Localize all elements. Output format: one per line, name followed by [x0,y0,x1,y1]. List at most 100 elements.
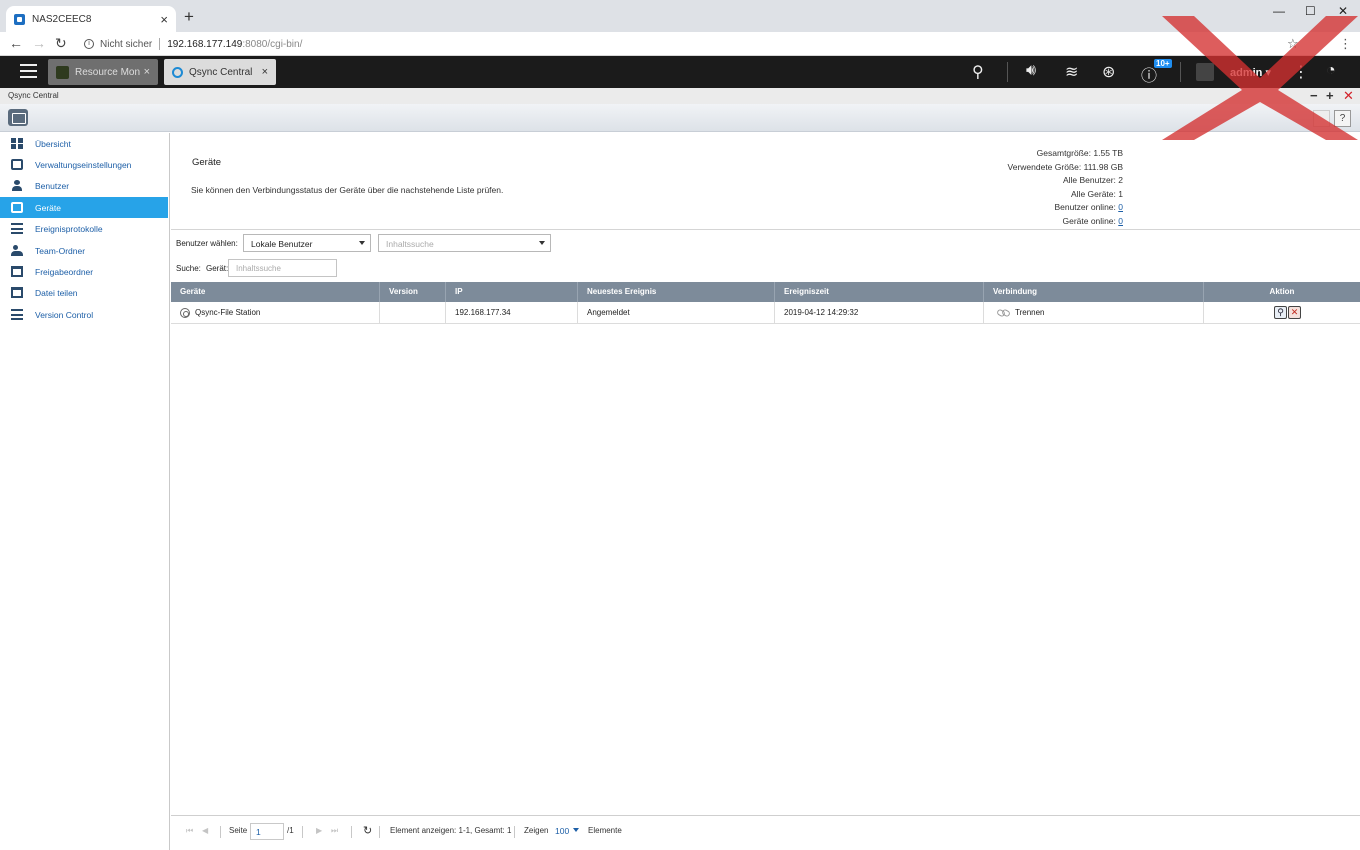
external-devices-icon[interactable]: ⊛ [1102,62,1115,82]
browser-tab-close-icon[interactable]: × [160,12,168,27]
user-type-select[interactable]: Lokale Benutzer [243,234,371,252]
first-page-icon[interactable]: ⏮ [186,826,193,836]
sidebar-item-shared-folder[interactable]: Freigabeordner [0,261,168,282]
previous-page-icon[interactable]: ◀ [202,826,208,835]
background-tasks-icon[interactable]: ≋ [1065,62,1078,82]
chevron-down-icon [539,241,545,245]
pager-divider [302,826,303,838]
site-info-icon[interactable]: i [84,39,94,49]
column-header-action: Aktion [1269,287,1295,296]
app-tab-qsync-central[interactable]: Qsync Central × [164,59,276,85]
sidebar-item-devices[interactable]: Geräte [0,197,168,218]
window-close-button[interactable]: ✕ [1343,88,1354,104]
page-label: Seite [229,826,248,835]
toggle-sidebar-button[interactable] [8,109,28,126]
main-menu-icon[interactable] [20,64,37,78]
page-number-input[interactable] [250,823,284,840]
stat-all-devices: 1 [1118,188,1123,199]
window-minimize-button[interactable]: — [1273,4,1285,18]
page-size-select[interactable]: 100 [555,826,569,836]
volume-icon[interactable]: 🔊︎ [1026,62,1036,80]
avatar[interactable] [1196,63,1214,81]
stat-label: Verwendete Größe: [1007,161,1082,172]
browser-tab[interactable]: NAS2CEEC8 × [6,6,176,32]
search-icon[interactable]: ⚲ [972,62,984,82]
users-online-link[interactable]: 0 [1118,202,1123,212]
next-page-icon[interactable]: ▶ [316,826,322,835]
disconnect-label: Trennen [1015,308,1045,317]
delete-device-button[interactable]: ✕ [1288,306,1301,319]
refresh-icon[interactable]: ↻ [363,824,372,837]
sidebar-item-label: Ereignisprotokolle [35,223,103,234]
table-row[interactable]: Qsync-File Station 192.168.177.34 Angeme… [171,302,1360,324]
pager-divider [220,826,221,838]
sidebar-item-team-folder[interactable]: Team-Ordner [0,240,168,261]
table-header: Geräte Version IP Neuestes Ereignis Erei… [171,282,1360,302]
main-panel: Geräte Sie können den Verbindungsstatus … [171,133,1360,850]
view-details-button[interactable]: ⚲ [1274,306,1287,319]
sidebar-item-settings[interactable]: Verwaltungseinstellungen [0,154,168,175]
browser-tab-title: NAS2CEEC8 [32,13,92,25]
pagination-bar: ⏮ ◀ Seite /1 ▶ ⏭ ↻ Element anzeigen: 1-1… [171,816,1360,850]
app-tab-close-icon[interactable]: × [262,66,268,78]
overview-icon [11,138,23,149]
new-tab-button[interactable]: + [184,7,194,27]
cell-ip: 192.168.177.34 [446,302,578,324]
items-label: Elemente [588,826,622,835]
device-search-input[interactable]: Inhaltssuche [228,259,337,277]
sidebar-item-event-logs[interactable]: Ereignisprotokolle [0,218,168,239]
stat-label: Benutzer online: [1054,202,1116,212]
sidebar-item-version-control[interactable]: Version Control [0,304,168,325]
window-close-button[interactable]: ✕ [1338,4,1348,18]
column-header-version[interactable]: Version [380,282,446,302]
sidebar-item-overview[interactable]: Übersicht [0,133,168,154]
reload-icon[interactable]: ↻ [55,35,67,52]
content-search-select[interactable]: Inhaltssuche [378,234,551,252]
sidebar-item-label: Verwaltungseinstellungen [35,159,132,170]
chevron-down-icon[interactable] [573,828,579,832]
sidebar-item-label: Benutzer [35,180,70,191]
window-title-bar: Qsync Central − + ✕ [0,88,1360,104]
window-minimize-button[interactable]: − [1310,88,1318,103]
stat-label: Gesamtgröße: [1036,148,1091,158]
app-tab-resource-monitor[interactable]: Resource Monit... × [48,59,158,85]
browser-menu-icon[interactable]: ⋮ [1339,36,1352,52]
qsync-device-icon [180,308,190,318]
column-header-device[interactable]: Geräte [171,282,380,302]
storage-stats: Gesamtgröße: 1.55 TB Verwendete Größe: 1… [971,147,1123,228]
url-path: :8080/cgi-bin/ [242,38,303,50]
bookmark-star-icon[interactable]: ☆ [1287,36,1299,52]
column-header-time[interactable]: Ereigniszeit [775,282,984,302]
last-page-icon[interactable]: ⏭ [331,826,338,836]
window-toolbar: ? [0,104,1360,132]
devices-online-link[interactable]: 0 [1118,216,1123,226]
toolbar-divider [1007,62,1008,82]
user-icon [11,180,23,191]
forward-arrow-icon[interactable]: → [32,35,46,51]
column-header-connection[interactable]: Verbindung [984,282,1204,302]
dashboard-icon[interactable]: ◔ [1326,62,1336,80]
window-maximize-button[interactable]: + [1326,88,1334,103]
nas-favicon-icon [14,13,25,25]
help-button[interactable]: ? [1334,110,1351,127]
user-menu[interactable]: admin ▾ [1230,66,1271,79]
cell-time: 2019-04-12 14:29:32 [775,302,984,324]
window-maximize-button[interactable]: ☐ [1305,4,1316,18]
user-type-value: Lokale Benutzer [251,239,313,249]
cell-connection[interactable]: Trennen [984,302,1204,324]
sidebar-item-label: Version Control [35,309,94,320]
column-header-ip[interactable]: IP [446,282,578,302]
column-header-event[interactable]: Neuestes Ereignis [578,282,775,302]
cell-device: Qsync-File Station [171,302,380,324]
sidebar-item-users[interactable]: Benutzer [0,175,168,196]
back-arrow-icon[interactable]: ← [9,35,23,51]
more-options-icon[interactable]: ⋮ [1293,62,1309,82]
stat-label: Alle Benutzer: [1062,175,1116,185]
app-tab-close-icon[interactable]: × [144,66,150,78]
qsync-icon [172,66,183,78]
sidebar-item-file-share[interactable]: Datei teilen [0,282,168,303]
toolbar-divider [1180,62,1181,82]
device-search-placeholder: Inhaltssuche [236,264,281,273]
cell-event: Angemeldet [578,302,775,324]
address-bar[interactable]: i Nicht sicher 192.168.177.149 :8080/cgi… [84,35,1334,53]
